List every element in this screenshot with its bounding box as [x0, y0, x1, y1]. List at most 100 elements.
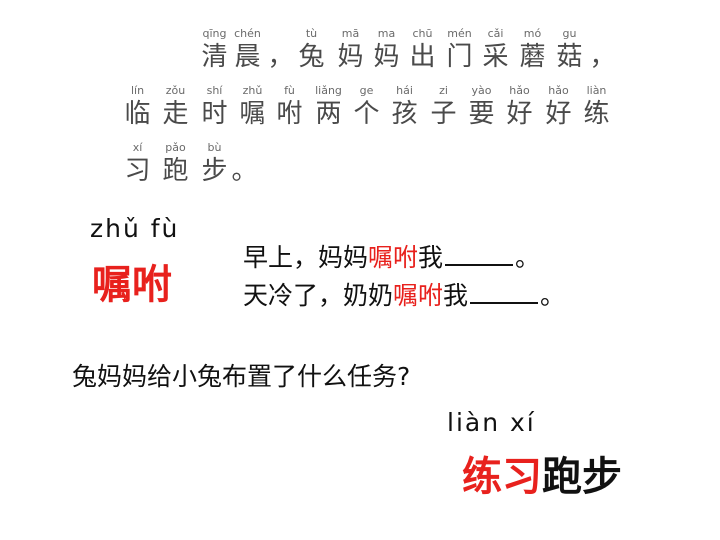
answer-rest: 跑步 — [542, 454, 622, 500]
char-pinyin: fù — [284, 84, 295, 97]
question-text: 兔妈妈给小兔布置了什么任务? — [72, 362, 411, 391]
char-hanzi: ， — [589, 42, 616, 72]
char-hanzi: 咐 — [276, 99, 303, 129]
char-pinyin — [226, 141, 263, 155]
char-hanzi: 出 — [409, 42, 436, 72]
sentence-text: 我 — [443, 281, 469, 310]
char-hanzi: 蘑 — [519, 42, 546, 72]
passage-char: fù 咐 — [271, 84, 308, 130]
char-hanzi: 孩 — [391, 99, 418, 129]
char-hanzi: 习 — [124, 156, 151, 186]
passage-char: hǎo 好 — [501, 84, 538, 130]
passage-char: liǎng 两 — [310, 84, 347, 130]
char-hanzi: 兔 — [298, 42, 325, 72]
char-pinyin: mā — [341, 27, 360, 40]
char-hanzi: 走 — [162, 99, 189, 129]
char-pinyin: cǎi — [487, 27, 504, 40]
char-pinyin: shí — [206, 84, 223, 97]
char-hanzi: 菇 — [556, 42, 583, 72]
sentence-text: 早上，妈妈 — [243, 243, 369, 272]
char-hanzi: 练 — [583, 99, 610, 129]
example-sentence-2: 天冷了，奶奶嘱咐我 。 — [243, 276, 565, 312]
passage-char: ， — [584, 27, 621, 73]
char-pinyin: lín — [130, 84, 145, 97]
char-pinyin: gu — [562, 27, 577, 40]
char-hanzi: 要 — [468, 99, 495, 129]
char-pinyin: yào — [471, 84, 492, 97]
char-pinyin: zi — [439, 84, 448, 97]
char-pinyin: zǒu — [165, 84, 186, 97]
char-pinyin: liàn — [586, 84, 607, 97]
passage-char: ge 个 — [348, 84, 385, 130]
passage-char: pǎo 跑 — [157, 141, 194, 187]
char-pinyin: pǎo — [165, 141, 186, 154]
char-pinyin: xí — [132, 141, 143, 154]
passage-char: lín 临 — [119, 84, 156, 130]
char-hanzi: 。 — [231, 156, 258, 186]
passage-char: chén 晨 — [229, 27, 266, 73]
passage-char: qīng 清 — [196, 27, 233, 73]
char-hanzi: 晨 — [234, 42, 261, 72]
passage-char: 。 — [226, 141, 263, 187]
char-pinyin: hái — [396, 84, 413, 97]
passage-char: tù 兔 — [293, 27, 330, 73]
fill-in-blank — [445, 246, 514, 266]
answer-keyword: 练习 — [462, 454, 542, 500]
sentence-text: 天冷了，奶奶 — [243, 281, 394, 310]
char-pinyin — [584, 27, 621, 41]
sentence-keyword: 嘱咐 — [368, 243, 419, 272]
passage-char: gu 菇 — [551, 27, 588, 73]
textbook-passage: qīng 清 chén 晨 ， tù 兔 mā 妈 ma 妈 chū 出 mén 门 cǎi 采… — [0, 0, 720, 200]
passage-char: xí 习 — [119, 141, 156, 187]
char-hanzi: 清 — [201, 42, 228, 72]
vocab-word: 嘱咐 — [92, 262, 172, 308]
char-pinyin: hǎo — [509, 84, 530, 97]
char-pinyin: liǎng — [315, 84, 342, 97]
example-sentence-1: 早上，妈妈嘱咐我 。 — [243, 238, 540, 274]
char-hanzi: 时 — [201, 99, 228, 129]
sentence-end: 。 — [515, 243, 541, 272]
passage-char: mén 门 — [441, 27, 478, 73]
passage-char: zhǔ 嘱 — [234, 84, 271, 130]
passage-char: ma 妈 — [368, 27, 405, 73]
passage-char: shí 时 — [196, 84, 233, 130]
sentence-text: 我 — [418, 243, 444, 272]
passage-char: hái 孩 — [386, 84, 423, 130]
passage-char: hǎo 好 — [540, 84, 577, 130]
char-pinyin: chén — [234, 27, 261, 40]
char-hanzi: 子 — [430, 99, 457, 129]
fill-in-blank — [470, 284, 539, 304]
passage-char: yào 要 — [463, 84, 500, 130]
passage-char: mó 蘑 — [514, 27, 551, 73]
char-hanzi: 嘱 — [239, 99, 266, 129]
char-hanzi: 两 — [315, 99, 342, 129]
char-hanzi: 跑 — [162, 156, 189, 186]
char-pinyin: mó — [523, 27, 542, 40]
passage-char: mā 妈 — [332, 27, 369, 73]
char-pinyin: tù — [305, 27, 318, 40]
char-hanzi: 采 — [482, 42, 509, 72]
char-pinyin: hǎo — [548, 84, 569, 97]
sentence-end: 。 — [540, 281, 566, 310]
char-hanzi: 好 — [506, 99, 533, 129]
passage-char: cǎi 采 — [477, 27, 514, 73]
char-hanzi: 临 — [124, 99, 151, 129]
char-hanzi: 门 — [446, 42, 473, 72]
char-pinyin: qīng — [202, 27, 227, 40]
sentence-keyword: 嘱咐 — [393, 281, 444, 310]
passage-char: liàn 练 — [578, 84, 615, 130]
passage-char: zǒu 走 — [157, 84, 194, 130]
char-hanzi: 好 — [545, 99, 572, 129]
passage-char: zi 子 — [425, 84, 462, 130]
char-pinyin: ma — [377, 27, 396, 40]
char-hanzi: 妈 — [337, 42, 364, 72]
answer-phrase: 练习跑步 — [462, 444, 622, 502]
char-pinyin: chū — [412, 27, 433, 40]
char-pinyin: mén — [447, 27, 472, 40]
char-pinyin: zhǔ — [242, 84, 263, 97]
char-hanzi: 个 — [353, 99, 380, 129]
answer-pinyin: liàn xí — [447, 408, 536, 437]
char-pinyin: ge — [359, 84, 374, 97]
char-hanzi: 妈 — [373, 42, 400, 72]
vocab-pinyin: zhǔ fù — [90, 214, 180, 243]
